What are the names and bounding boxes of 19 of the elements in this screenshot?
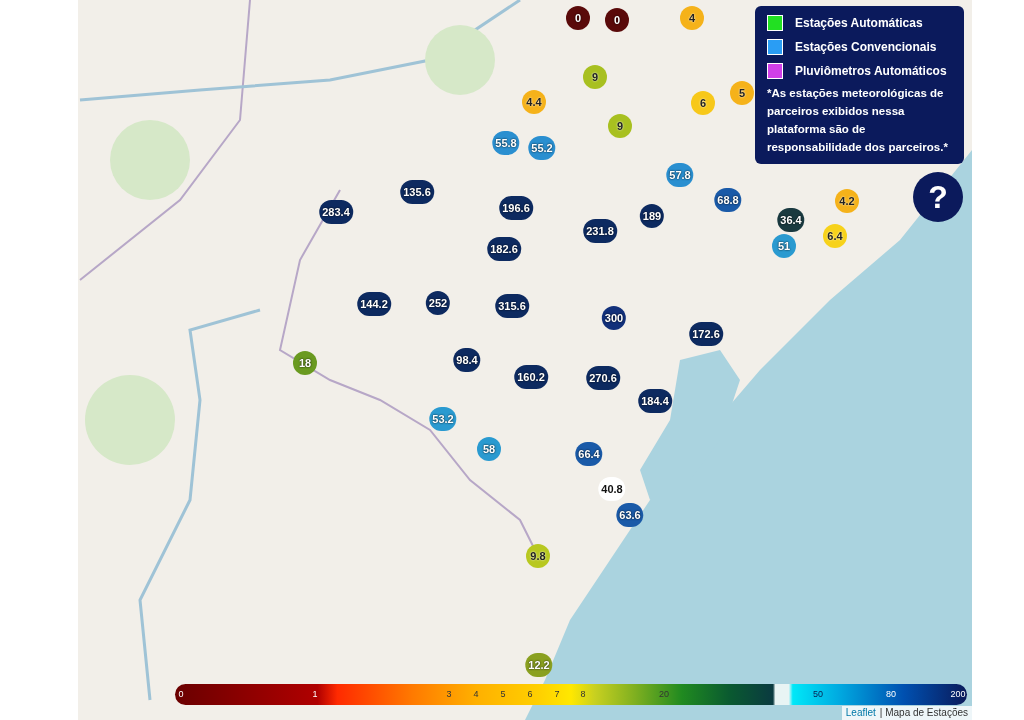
color-scale-label: 20 (659, 688, 669, 701)
color-scale-label: 50 (813, 688, 823, 701)
attribution-text: | Mapa de Estações (879, 708, 968, 718)
color-scale-label: 1 (312, 688, 318, 701)
color-scale-label: 80 (886, 688, 896, 701)
color-scale-label: 4 (473, 688, 479, 701)
color-scale-label: 0 (178, 688, 184, 701)
map[interactable] (78, 0, 972, 720)
color-scale-label: 6 (527, 688, 533, 701)
legend-note: *As estações meteorológicas de parceiros exibidos nessa plataforma são de responsabilidade dos parceiros.* (767, 86, 949, 155)
leaflet-link[interactable]: Leaflet (845, 708, 876, 718)
color-scale-label: 3 (446, 688, 452, 701)
color-scale-label: 7 (554, 688, 560, 701)
legend-label: Pluviômetros Automáticos (795, 63, 947, 80)
color-scale-label: 5 (500, 688, 506, 701)
legend-label: Estações Automáticas (795, 15, 923, 32)
legend-label: Estações Convencionais (795, 39, 937, 56)
color-scale-label: 8 (580, 688, 586, 701)
color-scale-label: 200 (950, 688, 966, 701)
